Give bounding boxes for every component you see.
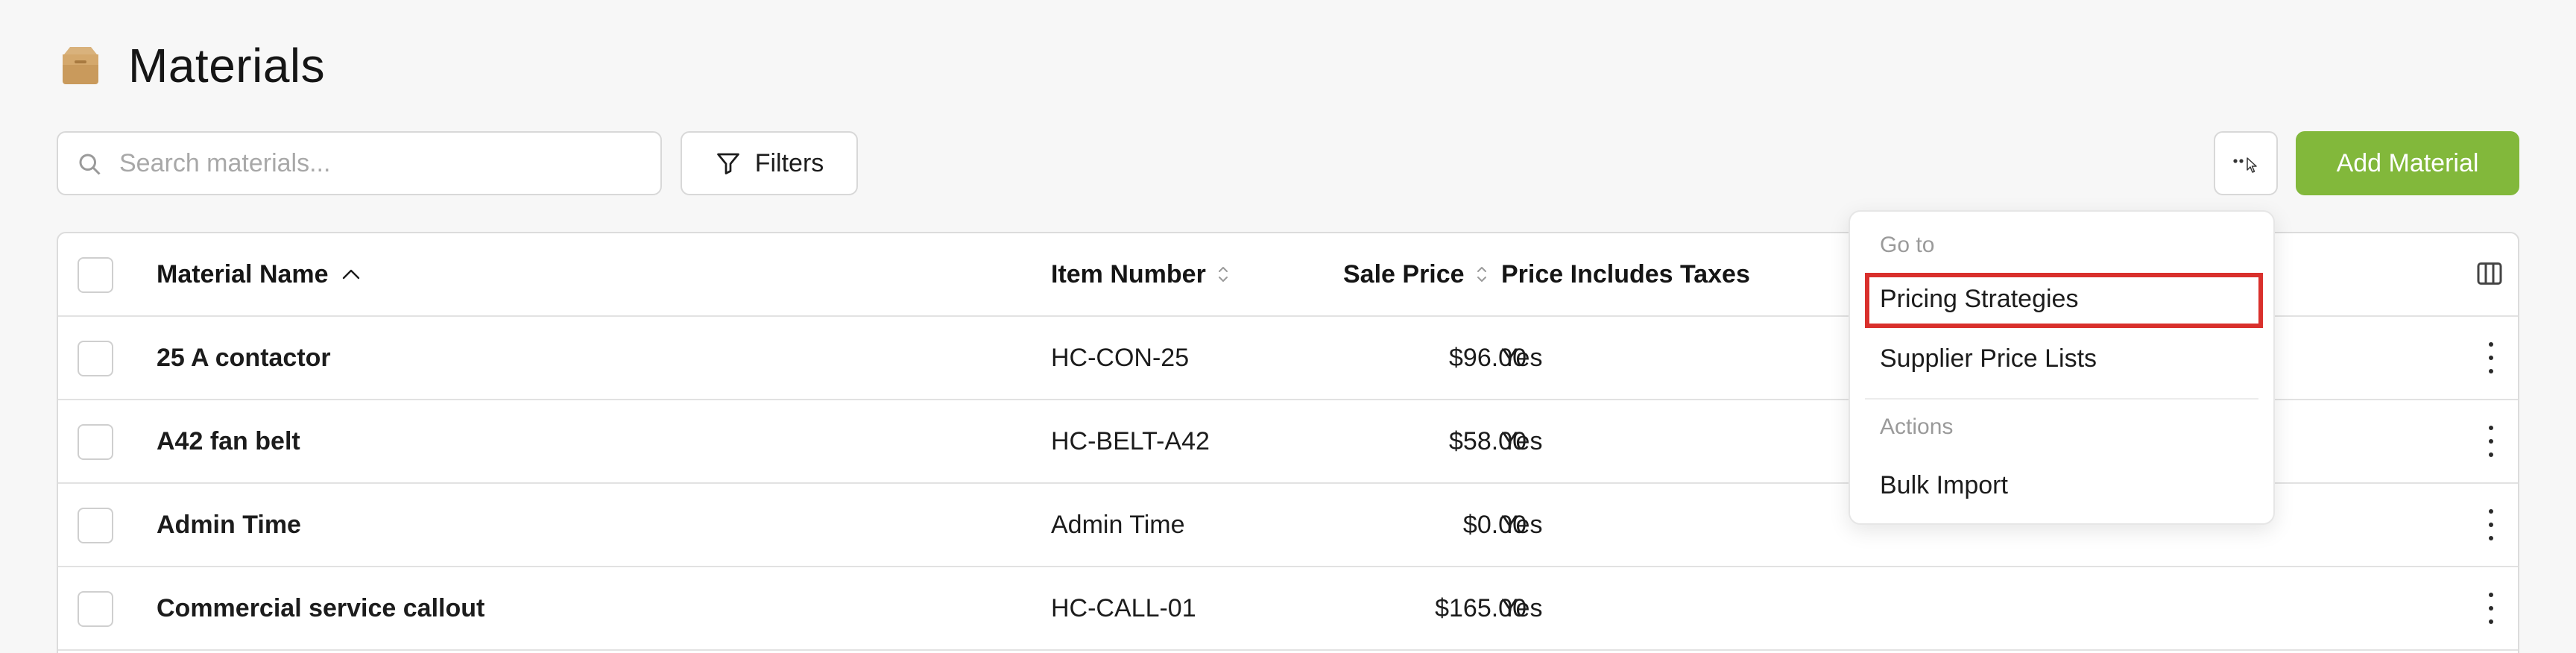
row-actions-icon[interactable] bbox=[2482, 509, 2500, 540]
sale-price-cell: $58.00 bbox=[1449, 426, 1527, 455]
item-number-cell: HC-CALL-01 bbox=[1051, 593, 1196, 622]
material-name-cell: Commercial service callout bbox=[157, 593, 485, 622]
row-checkbox[interactable] bbox=[78, 508, 113, 543]
search-box[interactable] bbox=[57, 131, 662, 195]
item-number-cell: Admin Time bbox=[1051, 510, 1185, 539]
add-material-label: Add Material bbox=[2336, 148, 2479, 177]
material-name-cell: A42 fan belt bbox=[157, 426, 300, 455]
more-actions-menu: Go to Pricing Strategies Supplier Price … bbox=[1849, 210, 2275, 525]
menu-item-pricing-strategies[interactable]: Pricing Strategies bbox=[1880, 285, 2078, 314]
menu-divider bbox=[1865, 398, 2258, 400]
row-checkbox[interactable] bbox=[78, 341, 113, 376]
column-header-item-number[interactable]: Item Number bbox=[1051, 233, 1231, 315]
filter-icon bbox=[716, 153, 739, 174]
sort-icon bbox=[1477, 267, 1486, 282]
price-includes-taxes-cell: Yes bbox=[1501, 343, 1543, 372]
column-header-sale-price[interactable]: Sale Price bbox=[1343, 233, 1490, 315]
sort-ascending-icon bbox=[342, 269, 359, 280]
row-actions-icon[interactable] bbox=[2482, 426, 2500, 457]
menu-item-supplier-price-lists[interactable]: Supplier Price Lists bbox=[1880, 344, 2097, 373]
page-header: Materials bbox=[60, 39, 325, 92]
row-checkbox[interactable] bbox=[78, 424, 113, 460]
filters-button[interactable]: Filters bbox=[681, 131, 858, 195]
sort-icon bbox=[1218, 267, 1228, 282]
columns-icon[interactable] bbox=[2475, 259, 2504, 288]
price-includes-taxes-cell: Yes bbox=[1501, 593, 1543, 622]
table-row[interactable]: Commercial service callout HC-CALL-01 $1… bbox=[58, 567, 2518, 651]
column-header-price-includes-taxes[interactable]: Price Includes Taxes bbox=[1501, 233, 1750, 315]
ellipsis-icon bbox=[2233, 157, 2257, 173]
row-checkbox[interactable] bbox=[78, 591, 113, 627]
add-material-button[interactable]: Add Material bbox=[2296, 131, 2519, 195]
select-all-checkbox[interactable] bbox=[78, 257, 113, 293]
filters-label: Filters bbox=[754, 148, 824, 177]
price-includes-taxes-cell: Yes bbox=[1501, 426, 1543, 455]
sale-price-cell: $96.00 bbox=[1449, 343, 1527, 372]
material-name-cell: 25 A contactor bbox=[157, 343, 331, 372]
row-actions-icon[interactable] bbox=[2482, 593, 2500, 624]
search-icon bbox=[79, 154, 101, 175]
item-number-cell: HC-BELT-A42 bbox=[1051, 426, 1210, 455]
menu-section-goto: Go to bbox=[1880, 233, 1935, 257]
more-actions-button[interactable] bbox=[2214, 131, 2278, 195]
material-name-cell: Admin Time bbox=[157, 510, 301, 539]
materials-page: Materials Filters Add Material Material … bbox=[0, 0, 2576, 653]
row-actions-icon[interactable] bbox=[2482, 342, 2500, 373]
menu-section-actions: Actions bbox=[1880, 414, 1954, 439]
menu-item-bulk-import[interactable]: Bulk Import bbox=[1880, 471, 2008, 500]
search-input[interactable] bbox=[119, 142, 641, 185]
column-header-material-name[interactable]: Material Name bbox=[157, 233, 362, 315]
price-includes-taxes-cell: Yes bbox=[1501, 510, 1543, 539]
item-number-cell: HC-CON-25 bbox=[1051, 343, 1190, 372]
box-icon bbox=[63, 47, 98, 84]
sale-price-cell: $0.00 bbox=[1462, 510, 1527, 539]
page-title: Materials bbox=[128, 39, 326, 92]
sale-price-cell: $165.00 bbox=[1435, 593, 1527, 622]
